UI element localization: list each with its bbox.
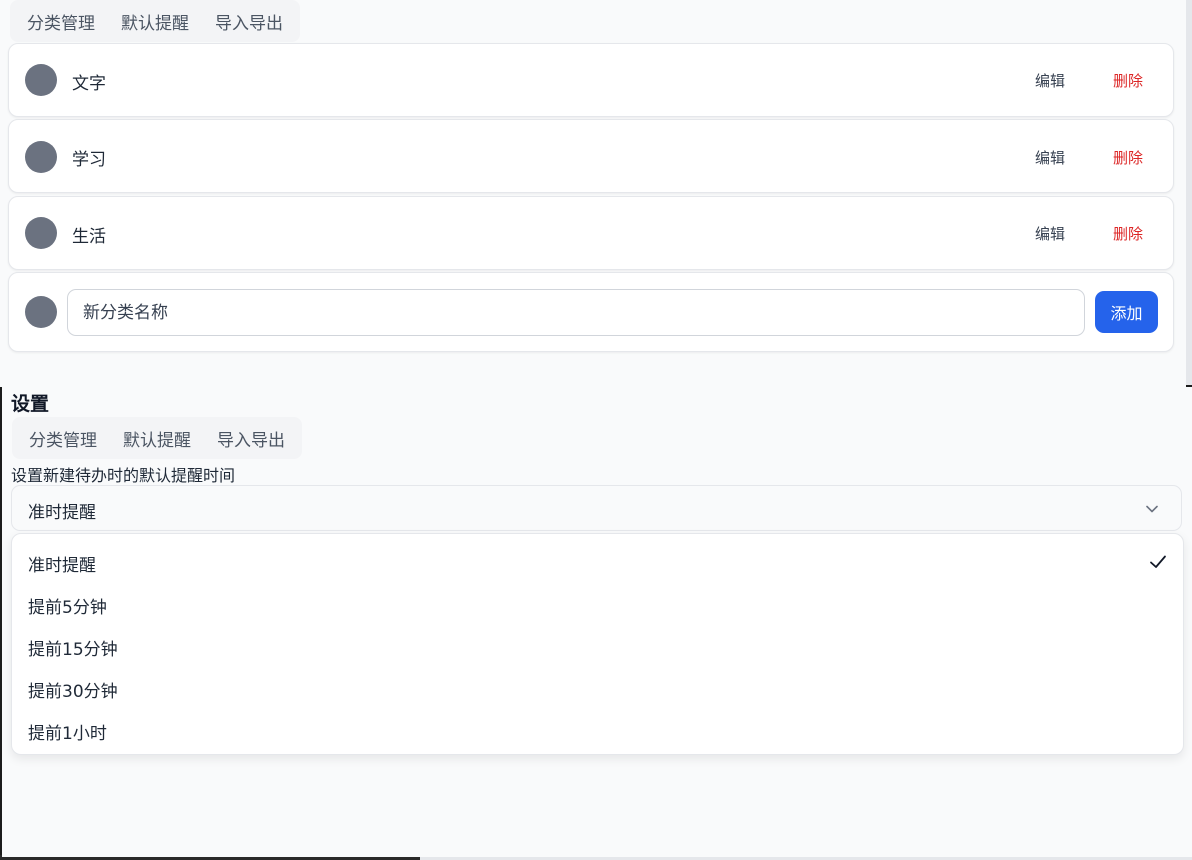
option-label: 准时提醒: [28, 556, 96, 576]
delete-button[interactable]: 删除: [1113, 147, 1143, 168]
category-row: 学习 编辑 删除: [8, 119, 1174, 193]
chevron-down-icon: [1146, 505, 1158, 513]
category-management-panel: 分类管理 默认提醒 导入导出 文字 编辑 删除 学习 编辑 删除 生活 编辑 删…: [0, 0, 1186, 387]
select-value: 准时提醒: [28, 503, 96, 523]
category-row: 文字 编辑 删除: [8, 43, 1174, 117]
default-reminder-hint: 设置新建待办时的默认提醒时间: [11, 466, 236, 485]
settings-panel: 设置 分类管理 默认提醒 导入导出 设置新建待办时的默认提醒时间 准时提醒 准时…: [2, 387, 1192, 857]
reminder-options-dropdown: 准时提醒 提前5分钟 提前15分钟 提前30分钟 提前1小时: [11, 533, 1184, 755]
option-on-time[interactable]: 准时提醒: [12, 541, 1183, 583]
category-name: 文字: [72, 74, 106, 94]
option-15-minutes[interactable]: 提前15分钟: [12, 625, 1183, 667]
tab-category-management[interactable]: 分类管理: [16, 426, 110, 451]
tab-category-management[interactable]: 分类管理: [14, 9, 108, 34]
new-category-input[interactable]: [67, 289, 1085, 336]
background-window-edge: [1186, 0, 1192, 385]
option-5-minutes[interactable]: 提前5分钟: [12, 583, 1183, 625]
category-name: 生活: [72, 227, 106, 247]
option-label: 提前15分钟: [28, 640, 118, 660]
edit-button[interactable]: 编辑: [1035, 70, 1065, 91]
option-1-hour[interactable]: 提前1小时: [12, 709, 1183, 751]
default-reminder-select[interactable]: 准时提醒: [11, 485, 1182, 531]
tab-default-reminder[interactable]: 默认提醒: [110, 426, 204, 451]
new-category-color-dot[interactable]: [25, 296, 57, 328]
page-title: 设置: [11, 393, 50, 415]
edit-button[interactable]: 编辑: [1035, 147, 1065, 168]
delete-button[interactable]: 删除: [1113, 223, 1143, 244]
category-row: 生活 编辑 删除: [8, 196, 1174, 270]
tab-import-export[interactable]: 导入导出: [202, 9, 296, 34]
tab-bar: 分类管理 默认提醒 导入导出: [12, 417, 302, 459]
delete-button[interactable]: 删除: [1113, 70, 1143, 91]
tab-default-reminder[interactable]: 默认提醒: [108, 9, 202, 34]
option-30-minutes[interactable]: 提前30分钟: [12, 667, 1183, 709]
add-category-button[interactable]: 添加: [1095, 291, 1158, 333]
option-label: 提前30分钟: [28, 682, 118, 702]
edit-button[interactable]: 编辑: [1035, 223, 1065, 244]
category-color-dot[interactable]: [25, 217, 57, 249]
tab-bar: 分类管理 默认提醒 导入导出: [10, 0, 300, 42]
category-color-dot[interactable]: [25, 141, 57, 173]
add-category-row: 添加: [8, 272, 1174, 352]
option-label: 提前5分钟: [28, 598, 107, 618]
option-label: 提前1小时: [28, 724, 107, 744]
category-color-dot[interactable]: [25, 64, 57, 96]
check-icon: [1150, 555, 1166, 568]
category-name: 学习: [72, 150, 106, 170]
tab-import-export[interactable]: 导入导出: [204, 426, 298, 451]
